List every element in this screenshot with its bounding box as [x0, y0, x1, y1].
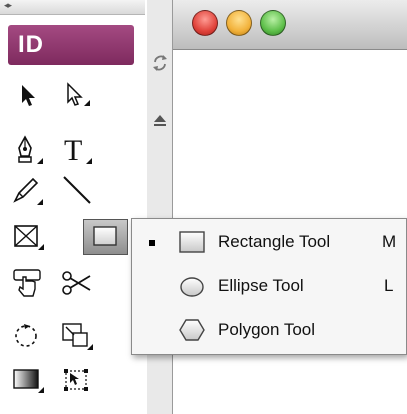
- window-titlebar[interactable]: [173, 0, 407, 50]
- tools-panel: ◂▸ ID T: [0, 0, 145, 414]
- zoom-button[interactable]: [260, 10, 286, 36]
- type-tool[interactable]: T: [57, 132, 97, 168]
- polygon-icon: [179, 319, 205, 341]
- pen-tool[interactable]: [8, 132, 48, 168]
- menu-item-label: Polygon Tool: [218, 320, 316, 339]
- rotate-icon: [15, 324, 37, 347]
- refresh-icon[interactable]: [150, 52, 170, 74]
- rectangle-frame-tool[interactable]: [8, 219, 48, 255]
- rotate-tool[interactable]: [8, 318, 48, 354]
- menu-item-ellipse-tool[interactable]: Ellipse Tool L: [132, 265, 407, 307]
- scissors-tool[interactable]: [57, 265, 97, 301]
- free-transform-icon: [64, 369, 88, 391]
- checkmark-icon: [149, 240, 155, 246]
- app-logo[interactable]: ID: [8, 25, 134, 65]
- pencil-tool[interactable]: [8, 172, 48, 208]
- scale-icon: [62, 323, 93, 350]
- hand-button-icon: [13, 269, 41, 297]
- menu-item-rectangle-tool[interactable]: Rectangle Tool M: [132, 221, 407, 263]
- line-tool[interactable]: [57, 172, 97, 208]
- frame-icon: [14, 225, 44, 250]
- free-transform-tool[interactable]: [57, 362, 97, 398]
- rectangle-icon: [92, 226, 117, 246]
- arrow-icon: [22, 85, 35, 106]
- pen-icon: [18, 135, 43, 164]
- menu-item-label: Rectangle Tool: [218, 232, 331, 251]
- gradient-tool[interactable]: [8, 362, 48, 398]
- scissors-icon: [62, 271, 91, 295]
- svg-text:T: T: [64, 134, 82, 166]
- rectangle-tool[interactable]: [83, 219, 128, 255]
- direct-selection-tool[interactable]: [57, 78, 97, 114]
- ellipse-icon: [180, 277, 204, 297]
- button-tool[interactable]: [8, 265, 48, 301]
- gradient-icon: [13, 369, 44, 393]
- menu-item-label: Ellipse Tool: [218, 276, 304, 295]
- rectangle-tool-flyout-menu: Rectangle Tool M Ellipse Tool L Polygon …: [131, 218, 407, 355]
- hollow-arrow-icon: [67, 82, 90, 106]
- pencil-icon: [13, 177, 43, 205]
- minimize-button[interactable]: [226, 10, 252, 36]
- collapse-arrows-icon[interactable]: ◂▸: [4, 0, 12, 11]
- type-icon: T: [64, 134, 92, 166]
- scale-tool[interactable]: [57, 318, 97, 354]
- panel-grip[interactable]: ◂▸: [0, 0, 145, 15]
- selection-tool[interactable]: [8, 78, 48, 114]
- line-icon: [63, 176, 91, 204]
- scroll-up-arrow-icon[interactable]: [152, 112, 168, 128]
- app-logo-text: ID: [18, 31, 44, 58]
- close-button[interactable]: [192, 10, 218, 36]
- menu-item-shortcut: M: [382, 232, 397, 251]
- menu-item-polygon-tool[interactable]: Polygon Tool: [132, 309, 407, 351]
- rectangle-icon: [179, 231, 205, 253]
- menu-item-shortcut: L: [384, 276, 394, 295]
